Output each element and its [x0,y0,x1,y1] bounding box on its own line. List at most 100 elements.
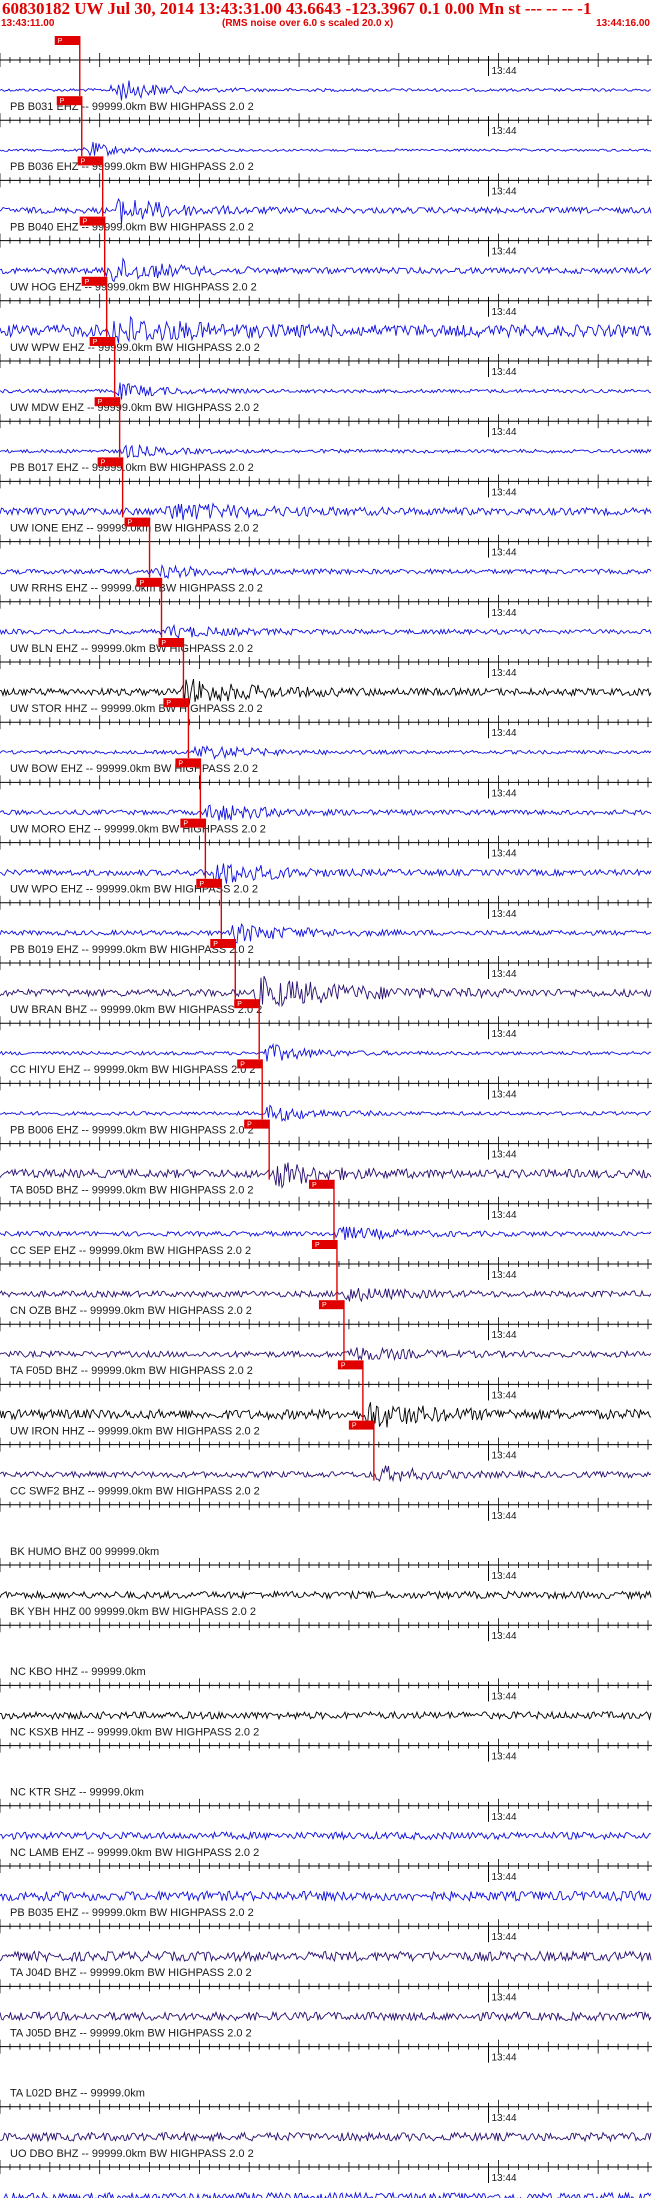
waveform [0,623,652,639]
station-label: PB B017 EHZ -- 99999.0km BW HIGHPASS 2.0… [10,462,254,474]
p-pick-label: P [213,941,218,948]
station-label: PB B006 EHZ -- 99999.0km BW HIGHPASS 2.0… [10,1124,254,1136]
p-pick-label: P [247,1122,252,1129]
waveform [0,1465,652,1483]
start-time: 13:43:11.00 [1,18,55,29]
waveform [0,382,652,400]
minute-mark-label: 13:44 [491,1992,516,2003]
waveform [0,563,652,580]
waveform [0,923,652,944]
station-label: UW HOG EHZ -- 99999.0km BW HIGHPASS 2.0 … [10,282,257,294]
p-pick-label: P [81,158,86,165]
waveform [0,1402,652,1428]
station-label: CC SWF2 BHZ -- 99999.0km BW HIGHPASS 2.0… [10,1486,260,1498]
station-label: NC KTR SHZ -- 99999.0km [10,1787,144,1799]
minute-mark-label: 13:44 [491,548,516,559]
waveform [0,1346,652,1362]
minute-mark-label: 13:44 [491,1571,516,1582]
p-pick-label: P [352,1423,357,1430]
minute-mark-label: 13:44 [491,1451,516,1462]
p-pick-label: P [101,459,106,466]
station-label: BK HUMO BHZ 00 99999.0km [10,1546,159,1558]
p-pick-label: P [199,881,204,888]
station-label: NC LAMB EHZ -- 99999.0km BW HIGHPASS 2.0… [10,1847,259,1859]
minute-mark-label: 13:44 [491,788,516,799]
minute-mark-label: 13:44 [491,1511,516,1522]
p-pick-label: P [161,640,166,647]
station-label: UO DBO BHZ -- 99999.0km BW HIGHPASS 2.0 … [10,2148,254,2160]
minute-mark-label: 13:44 [491,1872,516,1883]
p-pick-label: P [98,399,103,406]
p-pick-label: P [240,1061,245,1068]
waveform [0,1042,652,1062]
station-label: UW BOW EHZ -- 99999.0km BW HIGHPASS 2.0 … [10,763,258,775]
station-label: UW IRON HHZ -- 99999.0km BW HIGHPASS 2.0… [10,1425,260,1437]
minute-mark-label: 13:44 [491,1270,516,1281]
minute-mark-label: 13:44 [491,1691,516,1702]
minute-mark-label: 13:44 [491,2173,516,2184]
minute-mark-label: 13:44 [491,1812,516,1823]
station-label: PB B031 EHZ -- 99999.0km BW HIGHPASS 2.0… [10,101,254,113]
waveform [0,1104,652,1123]
minute-mark-label: 13:44 [491,126,516,137]
waveform [0,80,652,101]
minute-mark-label: 13:44 [491,1089,516,1100]
station-label: PB B040 EHZ -- 99999.0km BW HIGHPASS 2.0… [10,221,254,233]
minute-mark-label: 13:44 [491,728,516,739]
title-bar: 60830182 UW Jul 30, 2014 13:43:31.00 43.… [0,0,652,34]
p-pick-label: P [128,520,133,527]
waveform [0,744,652,760]
waveform [0,1589,652,1601]
end-time: 13:44:16.00 [596,18,650,29]
waveform [0,1950,652,1963]
minute-mark-label: 13:44 [491,2053,516,2064]
station-label: TA J05D BHZ -- 99999.0km BW HIGHPASS 2.0… [10,2027,252,2039]
minute-mark-label: 13:44 [491,1932,516,1943]
waveform [0,1830,652,1841]
rms-note: (RMS noise over 6.0 s scaled 20.0 x) [222,18,394,29]
minute-mark-label: 13:44 [491,1752,516,1763]
minute-mark-label: 13:44 [491,367,516,378]
station-label: PB B036 EHZ -- 99999.0km BW HIGHPASS 2.0… [10,161,254,173]
station-label: TA F05D BHZ -- 99999.0km BW HIGHPASS 2.0… [10,1365,253,1377]
station-label: CC HIYU EHZ -- 99999.0km BW HIGHPASS 2.0… [10,1064,256,1076]
p-pick-label: P [312,1182,317,1189]
waveform [0,678,652,706]
station-label: UW STOR HHZ -- 99999.0km BW HIGHPASS 2.0… [10,703,263,715]
station-label: UW BLN EHZ -- 99999.0km BW HIGHPASS 2.0 … [10,643,253,655]
p-pick-label: P [341,1362,346,1369]
minute-mark-label: 13:44 [491,1330,516,1341]
minute-mark-label: 13:44 [491,608,516,619]
waveform [0,976,652,1008]
station-label: UW BRAN BHZ -- 99999.0km BW HIGHPASS 2.0… [10,1004,262,1016]
minute-mark-label: 13:44 [491,849,516,860]
station-label: CC SEP EHZ -- 99999.0km BW HIGHPASS 2.0 … [10,1245,251,1257]
waveform [0,2131,652,2143]
p-pick-label: P [140,580,145,587]
event-title: 60830182 UW Jul 30, 2014 13:43:31.00 43.… [2,0,592,18]
minute-mark-label: 13:44 [491,427,516,438]
waveform [3,2191,652,2198]
p-pick-label: P [178,760,183,767]
p-pick-label: P [322,1302,327,1309]
minute-mark-label: 13:44 [491,2113,516,2124]
p-pick-label: P [83,219,88,226]
station-label: TA B05D BHZ -- 99999.0km BW HIGHPASS 2.0… [10,1185,254,1197]
station-label: CN OZB BHZ -- 99999.0km BW HIGHPASS 2.0 … [10,1305,252,1317]
station-label: NC KBO HHZ -- 99999.0km [10,1666,146,1678]
waveform [0,1226,652,1241]
minute-mark-label: 13:44 [491,1631,516,1642]
waveform [0,502,652,521]
p-pick-label: P [166,700,171,707]
waveform [0,1710,652,1721]
minute-mark-label: 13:44 [491,969,516,980]
minute-mark-label: 13:44 [491,668,516,679]
minute-mark-label: 13:44 [491,909,516,920]
p-pick-label: P [60,98,65,105]
p-pick-label: P [58,38,63,45]
waveform [0,443,652,459]
station-label: UW MORO EHZ -- 99999.0km BW HIGHPASS 2.0… [10,823,266,835]
waveform [0,863,652,885]
p-pick-label: P [93,339,98,346]
station-label: UW RRHS EHZ -- 99999.0km BW HIGHPASS 2.0… [10,583,263,595]
